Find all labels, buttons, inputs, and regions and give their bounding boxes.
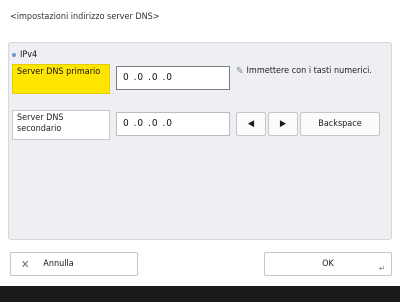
cursor-left-button[interactable]: ◀	[236, 112, 266, 136]
cursor-right-button[interactable]: ▶	[268, 112, 298, 136]
left-arrow-icon: ◀	[247, 119, 255, 129]
page-title: <impostazioni indirizzo server DNS>	[10, 12, 160, 22]
backspace-label: Backspace	[318, 119, 362, 129]
ok-button[interactable]: OK ↵	[264, 252, 392, 276]
bullet-icon	[12, 53, 16, 57]
cancel-button[interactable]: ✕ Annulla	[10, 252, 138, 276]
section-label: IPv4	[20, 50, 38, 60]
secondary-dns-input[interactable]: 0 .0 .0 .0	[116, 112, 230, 136]
primary-dns-input[interactable]: 0 .0 .0 .0	[116, 66, 230, 90]
hint-text: Immettere con i tasti numerici.	[246, 66, 372, 76]
input-hint: ✎ Immettere con i tasti numerici.	[236, 66, 386, 77]
primary-dns-label[interactable]: Server DNS primario	[12, 64, 110, 94]
enter-icon: ↵	[378, 264, 385, 273]
cancel-label: Annulla	[43, 259, 74, 269]
status-bar	[0, 286, 400, 302]
close-icon: ✕	[21, 257, 30, 271]
right-arrow-icon: ▶	[279, 119, 287, 129]
section-ipv4-header: IPv4	[12, 50, 37, 60]
ok-label: OK	[322, 259, 334, 269]
pencil-icon: ✎	[236, 66, 244, 77]
backspace-button[interactable]: Backspace	[300, 112, 380, 136]
secondary-dns-label[interactable]: Server DNS secondario	[12, 110, 110, 140]
